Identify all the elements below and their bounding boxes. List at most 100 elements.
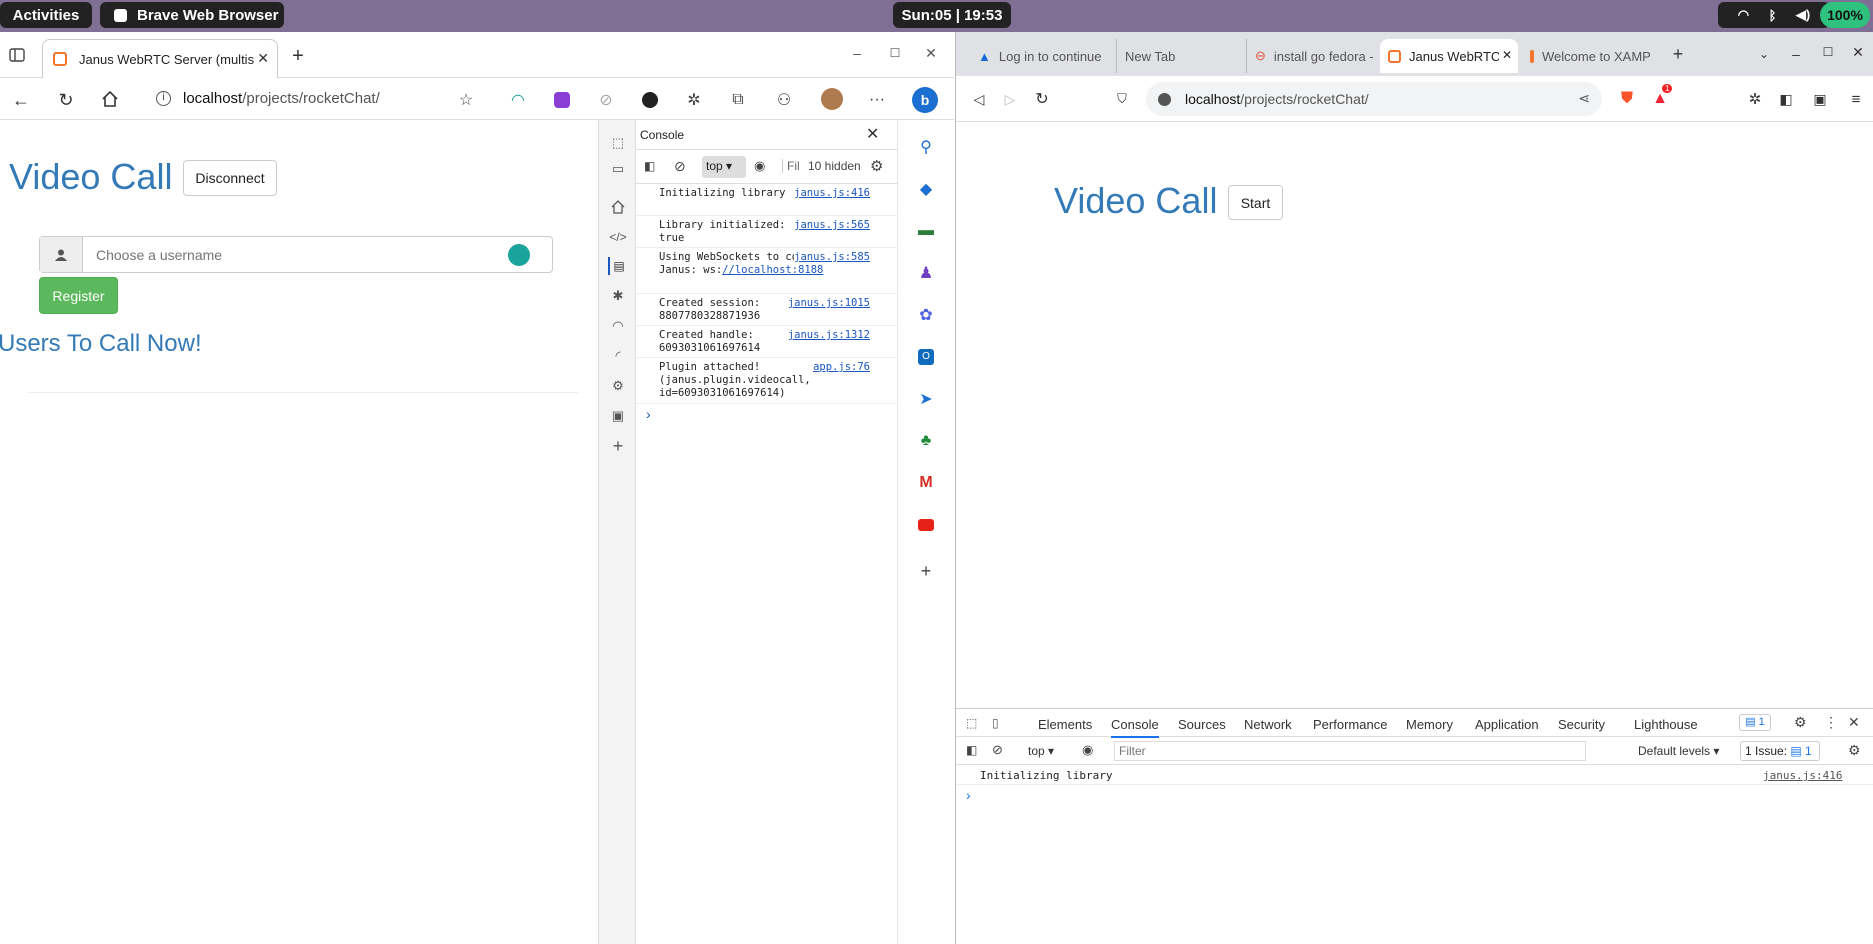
bookmark-icon[interactable]: ⛉	[1111, 88, 1133, 110]
back-icon[interactable]: ◁	[968, 88, 990, 110]
clear-console-icon[interactable]: ⊘	[674, 158, 686, 175]
sources-bug-icon[interactable]: ✱	[608, 287, 628, 305]
close-tab-icon[interactable]: ✕	[257, 50, 269, 67]
devtools-tab-application[interactable]: Application	[1475, 717, 1539, 732]
devtools-tab-network[interactable]: Network	[1244, 717, 1292, 732]
devtools-tab-security[interactable]: Security	[1558, 717, 1605, 732]
reload-icon[interactable]: ↻	[1031, 88, 1053, 110]
log-inline-link[interactable]: //localhost:8188	[722, 264, 823, 276]
close-devtools-icon[interactable]: ✕	[866, 124, 879, 144]
app-menu-button[interactable]: Brave Web Browser	[100, 2, 284, 28]
devtools-tab-performance[interactable]: Performance	[1313, 717, 1387, 732]
live-expression-eye-icon[interactable]: ◉	[1082, 742, 1093, 758]
start-button[interactable]: Start	[1228, 185, 1283, 220]
log-source-link[interactable]: janus.js:585	[794, 251, 870, 264]
sidebar-toggle-icon[interactable]: ◧	[644, 159, 655, 173]
log-source-link[interactable]: janus.js:416	[794, 187, 870, 200]
device-emulation-icon[interactable]: ▭	[608, 160, 628, 178]
console-settings-gear-icon[interactable]: ⚙	[1848, 742, 1861, 759]
console-prompt[interactable]: ›	[646, 406, 651, 422]
minimize-icon[interactable]: –	[1786, 44, 1806, 64]
tab-log-in[interactable]: ▲ Log in to continue	[970, 39, 1108, 73]
password-manager-icon[interactable]	[508, 244, 530, 266]
sidebar-toggle-icon[interactable]: ◧	[966, 743, 977, 757]
more-tools-plus-icon[interactable]: +	[608, 436, 628, 456]
clear-console-icon[interactable]: ⊘	[992, 742, 1003, 758]
close-devtools-icon[interactable]: ✕	[1848, 714, 1860, 731]
context-selector[interactable]: top ▾	[702, 156, 746, 178]
live-expression-eye-icon[interactable]: ◉	[754, 158, 765, 174]
browser-essentials-icon[interactable]: ⚇	[773, 89, 795, 111]
welcome-home-icon[interactable]	[608, 198, 628, 216]
reload-icon[interactable]: ↻	[55, 89, 77, 111]
tab-search-chevron-down-icon[interactable]: ⌄	[1754, 44, 1774, 64]
devtools-tab-console[interactable]: Console	[1111, 717, 1159, 738]
menu-hamburger-icon[interactable]: ≡	[1845, 88, 1867, 110]
issues-counter[interactable]: ▤ 1	[1739, 714, 1771, 731]
tree-icon[interactable]: ♣	[915, 430, 937, 452]
console-icon[interactable]: ▤	[608, 257, 628, 275]
inspect-icon[interactable]: ⬚	[966, 716, 977, 730]
devtools-settings-gear-icon[interactable]: ⚙	[1794, 714, 1807, 731]
address-bar[interactable]: localhost/projects/rocketChat/ ⋖	[1146, 82, 1602, 116]
devtools-more-icon[interactable]: ⋮	[1824, 714, 1838, 731]
elements-icon[interactable]: </>	[608, 228, 628, 246]
sidebar-icon[interactable]: ◧	[1775, 88, 1797, 110]
close-tab-icon[interactable]: ✕	[1502, 48, 1512, 62]
log-source-link[interactable]: janus.js:1015	[788, 297, 870, 310]
add-sidebar-app-icon[interactable]: +	[915, 560, 937, 582]
brave-shields-icon[interactable]: ⛊	[1616, 88, 1638, 110]
extension-icon[interactable]: ◠	[507, 89, 529, 111]
memory-chip-icon[interactable]: ⚙	[608, 377, 628, 395]
wallet-icon[interactable]: ▣	[1809, 88, 1831, 110]
disconnect-button[interactable]: Disconnect	[183, 160, 277, 196]
drop-send-icon[interactable]: ➤	[915, 388, 937, 410]
devtools-tab-memory[interactable]: Memory	[1406, 717, 1453, 732]
context-selector[interactable]: top ▾	[1028, 744, 1054, 758]
device-toolbar-icon[interactable]: ▯	[992, 716, 999, 730]
console-prompt[interactable]: ›	[966, 787, 971, 803]
profile-avatar[interactable]	[820, 87, 844, 111]
gmail-icon[interactable]: M	[915, 472, 937, 494]
tab-install-go[interactable]: ⊖ install go fedora -	[1246, 39, 1376, 73]
console-filter-input[interactable]	[1114, 741, 1586, 761]
close-window-icon[interactable]: ✕	[922, 44, 940, 62]
register-button[interactable]: Register	[39, 277, 118, 314]
application-icon[interactable]: ▣	[608, 407, 628, 425]
devtools-tab-elements[interactable]: Elements	[1038, 717, 1092, 732]
log-source-link[interactable]: janus.js:565	[794, 219, 870, 232]
network-wifi-icon[interactable]: ◠	[608, 317, 628, 335]
tab-welcome-xampp[interactable]: Welcome to XAMP	[1522, 39, 1650, 73]
extension-disabled-icon[interactable]: ⊘	[595, 89, 617, 111]
extensions-puzzle-icon[interactable]: ✲	[1744, 88, 1766, 110]
system-status-menu[interactable]: ◠ ᛒ ◀)	[1718, 2, 1830, 28]
close-window-icon[interactable]: ✕	[1848, 42, 1868, 62]
log-source-link[interactable]: app.js:76	[813, 361, 870, 374]
shopping-tag-icon[interactable]: ◆	[915, 178, 937, 200]
issues-button[interactable]: 1 Issue: ▤ 1	[1740, 741, 1820, 761]
share-icon[interactable]: ⋖	[1578, 90, 1590, 107]
extension-puzzle-purple-icon[interactable]	[551, 89, 573, 111]
log-levels-dropdown[interactable]: Default levels ▾	[1638, 744, 1719, 758]
more-menu-icon[interactable]: ···	[866, 89, 888, 111]
tab-janus-webrtc-active[interactable]: Janus WebRTC ✕	[1380, 39, 1518, 73]
devtools-tab-sources[interactable]: Sources	[1178, 717, 1226, 732]
log-source-link[interactable]: janus.js:416	[1763, 769, 1842, 782]
devtools-tab-lighthouse[interactable]: Lighthouse	[1634, 717, 1698, 732]
microsoft-365-icon[interactable]: ✿	[915, 304, 937, 326]
clock[interactable]: Sun:05 | 19:53	[893, 2, 1011, 28]
tools-briefcase-icon[interactable]: ▬	[915, 220, 937, 242]
maximize-icon[interactable]: ☐	[1818, 42, 1838, 62]
games-icon[interactable]: ♟	[915, 262, 937, 284]
console-settings-gear-icon[interactable]: ⚙	[870, 157, 883, 175]
extension-dark-icon[interactable]	[639, 89, 661, 111]
new-tab-button[interactable]: +	[288, 45, 308, 67]
favorite-star-icon[interactable]: ☆	[455, 89, 477, 111]
search-icon[interactable]: ⚲	[915, 136, 937, 158]
tab-new-tab[interactable]: New Tab	[1116, 39, 1246, 73]
new-tab-button[interactable]: +	[1668, 44, 1688, 64]
home-icon[interactable]	[99, 88, 121, 110]
bing-copilot-icon[interactable]: b	[910, 85, 940, 115]
tab-janus-webrtc[interactable]: Janus WebRTC Server (multist ✕	[42, 39, 278, 78]
performance-icon[interactable]: ◜	[608, 347, 628, 365]
